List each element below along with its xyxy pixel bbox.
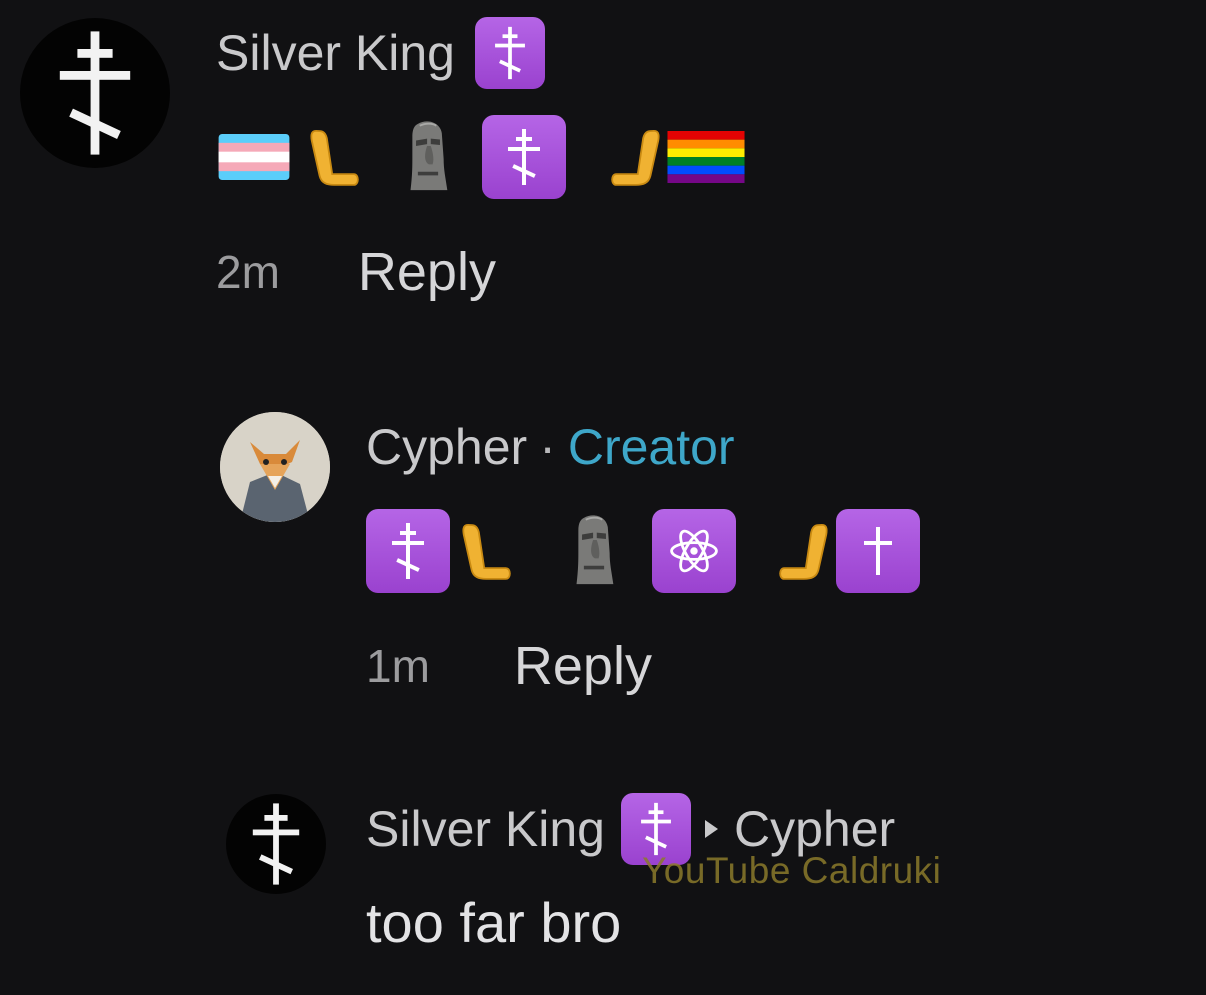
username[interactable]: Silver King	[366, 800, 605, 858]
comment-timestamp: 1m	[366, 640, 430, 692]
separator: ·	[539, 419, 556, 475]
avatar[interactable]	[226, 794, 326, 894]
watermark: YouTube Caldruki	[642, 850, 942, 891]
comment-text: too far bro	[366, 891, 622, 954]
comment-thread: Silver King 2m Reply Cypher · Creator 1m…	[0, 0, 1206, 995]
username[interactable]: Silver King	[216, 24, 455, 82]
fox-avatar-icon	[220, 412, 330, 522]
comment: Cypher · Creator 1m Reply	[220, 412, 920, 696]
avatar[interactable]	[220, 412, 330, 522]
orthodox-cross-icon	[366, 509, 450, 593]
avatar[interactable]	[20, 18, 170, 168]
creator-badge: Creator	[567, 419, 735, 475]
latin-cross-icon	[836, 509, 920, 593]
comment-emojis	[366, 506, 920, 596]
left-hand-icon	[458, 516, 514, 586]
orthodox-cross-icon	[247, 800, 305, 888]
orthodox-cross-badge-icon	[475, 17, 545, 89]
comment-timestamp: 2m	[216, 246, 280, 298]
reply-button[interactable]: Reply	[358, 241, 496, 303]
orthodox-cross-icon	[51, 27, 139, 159]
right-hand-icon	[608, 122, 664, 192]
comment-emojis	[216, 112, 746, 202]
username[interactable]: Cypher	[366, 418, 527, 476]
comment: Silver King 2m Reply	[20, 17, 746, 303]
moai-icon	[398, 117, 458, 197]
left-hand-icon	[306, 122, 362, 192]
right-hand-icon	[776, 516, 832, 586]
orthodox-cross-icon	[482, 115, 566, 199]
reply-arrow-icon	[705, 820, 718, 838]
atom-icon	[652, 509, 736, 593]
moai-icon	[564, 511, 624, 591]
transgender-flag-icon	[216, 134, 292, 180]
reply-button[interactable]: Reply	[514, 635, 652, 697]
rainbow-flag-icon	[666, 131, 746, 183]
